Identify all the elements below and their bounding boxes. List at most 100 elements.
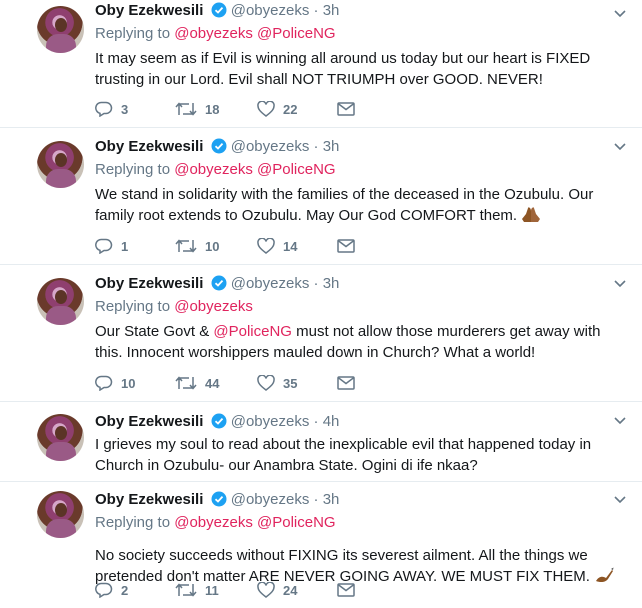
replying-to-label: Replying to (95, 298, 171, 315)
tweet[interactable]: Oby Ezekwesili @obyezeks · 3h Replying t… (0, 0, 642, 128)
mention-link[interactable]: @obyezeks (174, 25, 253, 42)
verified-badge-icon (211, 491, 227, 507)
heart-icon (257, 101, 275, 117)
tweet-header: Oby Ezekwesili @obyezeks · 4h (95, 412, 622, 432)
replying-to: Replying to @obyezeks @PoliceNG (95, 24, 622, 44)
mention-link[interactable]: @obyezeks (174, 514, 253, 531)
reply-count: 1 (121, 238, 129, 254)
tweet-actions: 2 11 24 (95, 580, 355, 600)
timestamp[interactable]: 3h (323, 138, 340, 155)
author-name[interactable]: Oby Ezekwesili (95, 138, 203, 155)
direct-message-button[interactable] (337, 583, 355, 597)
separator: · (313, 491, 319, 508)
author-handle[interactable]: @obyezeks (231, 138, 310, 155)
like-button[interactable]: 35 (257, 375, 337, 391)
retweet-button[interactable]: 44 (175, 375, 257, 391)
avatar[interactable] (37, 491, 84, 538)
author-name[interactable]: Oby Ezekwesili (95, 275, 203, 292)
avatar[interactable] (37, 414, 84, 461)
author-name[interactable]: Oby Ezekwesili (95, 413, 203, 430)
reply-icon (95, 375, 113, 391)
replying-to: Replying to @obyezeks @PoliceNG (95, 160, 622, 180)
reply-button[interactable]: 10 (95, 375, 175, 391)
reply-icon (95, 101, 113, 117)
tweet-text: Our State Govt & @PoliceNG must not allo… (95, 321, 622, 363)
heart-icon (257, 238, 275, 254)
reply-icon (95, 582, 113, 598)
mention-link[interactable]: @PoliceNG (257, 514, 336, 531)
timestamp[interactable]: 3h (323, 275, 340, 292)
reply-button[interactable]: 1 (95, 238, 175, 254)
author-handle[interactable]: @obyezeks (231, 491, 310, 508)
reply-button[interactable]: 3 (95, 101, 175, 117)
retweet-count: 44 (205, 375, 220, 391)
tweet[interactable]: Oby Ezekwesili @obyezeks · 3h Replying t… (0, 265, 642, 402)
retweet-icon (175, 102, 197, 116)
direct-message-button[interactable] (337, 239, 355, 253)
tweet[interactable]: Oby Ezekwesili @obyezeks · 3h Replying t… (0, 128, 642, 265)
timestamp[interactable]: 3h (323, 2, 340, 19)
reply-count: 3 (121, 101, 129, 117)
tweet[interactable]: Oby Ezekwesili @obyezeks · 4h I grieves … (0, 402, 642, 482)
like-count: 22 (283, 101, 298, 117)
replying-to-label: Replying to (95, 514, 171, 531)
envelope-icon (337, 239, 355, 253)
like-count: 14 (283, 238, 298, 254)
like-button[interactable]: 14 (257, 238, 337, 254)
replying-to-label: Replying to (95, 161, 171, 178)
retweet-button[interactable]: 18 (175, 101, 257, 117)
tweet-header: Oby Ezekwesili @obyezeks · 3h (95, 137, 622, 157)
timestamp[interactable]: 4h (323, 413, 340, 430)
author-handle[interactable]: @obyezeks (231, 275, 310, 292)
mention-link[interactable]: @obyezeks (174, 298, 253, 315)
replying-to-label: Replying to (95, 25, 171, 42)
tweet-text: It may seem as if Evil is winning all ar… (95, 50, 591, 88)
author-name[interactable]: Oby Ezekwesili (95, 491, 203, 508)
retweet-icon (175, 239, 197, 253)
reply-icon (95, 238, 113, 254)
retweet-icon (175, 583, 197, 597)
timeline: Oby Ezekwesili @obyezeks · 3h Replying t… (0, 0, 642, 608)
author-handle[interactable]: @obyezeks (231, 413, 310, 430)
retweet-button[interactable]: 10 (175, 238, 257, 254)
mention-link[interactable]: @obyezeks (174, 161, 253, 178)
verified-badge-icon (211, 2, 227, 18)
like-count: 24 (283, 582, 298, 598)
mention-link[interactable]: @PoliceNG (213, 323, 292, 340)
timestamp[interactable]: 3h (323, 491, 340, 508)
reply-button[interactable]: 2 (95, 582, 175, 598)
tweet-text-body: We stand in solidarity with the families… (95, 186, 594, 224)
tweet[interactable]: Oby Ezekwesili @obyezeks · 3h Replying t… (0, 482, 642, 608)
retweet-count: 11 (205, 582, 219, 598)
separator: · (313, 138, 319, 155)
praying-hands-emoji-icon (522, 207, 541, 222)
direct-message-button[interactable] (337, 102, 355, 116)
avatar[interactable] (37, 278, 84, 325)
reply-count: 2 (121, 582, 129, 598)
verified-badge-icon (211, 138, 227, 154)
separator: · (313, 275, 319, 292)
like-button[interactable]: 22 (257, 101, 337, 117)
tweet-actions: 10 44 35 (95, 373, 355, 393)
avatar[interactable] (37, 141, 84, 188)
retweet-count: 10 (205, 238, 220, 254)
author-name[interactable]: Oby Ezekwesili (95, 2, 203, 19)
separator: · (313, 413, 319, 430)
writing-hand-emoji-icon (595, 567, 614, 583)
retweet-button[interactable]: 11 (175, 582, 257, 598)
retweet-icon (175, 376, 197, 390)
envelope-icon (337, 583, 355, 597)
author-handle[interactable]: @obyezeks (231, 2, 310, 19)
mention-link[interactable]: @PoliceNG (257, 25, 336, 42)
tweet-header: Oby Ezekwesili @obyezeks · 3h (95, 490, 622, 510)
direct-message-button[interactable] (337, 376, 355, 390)
avatar[interactable] (37, 6, 84, 53)
tweet-actions: 3 18 22 (95, 99, 355, 119)
reply-count: 10 (121, 375, 136, 391)
verified-badge-icon (211, 413, 227, 429)
like-button[interactable]: 24 (257, 582, 337, 598)
envelope-icon (337, 376, 355, 390)
mention-link[interactable]: @PoliceNG (257, 161, 336, 178)
replying-to: Replying to @obyezeks (95, 297, 622, 317)
tweet-text: We stand in solidarity with the families… (95, 184, 622, 226)
